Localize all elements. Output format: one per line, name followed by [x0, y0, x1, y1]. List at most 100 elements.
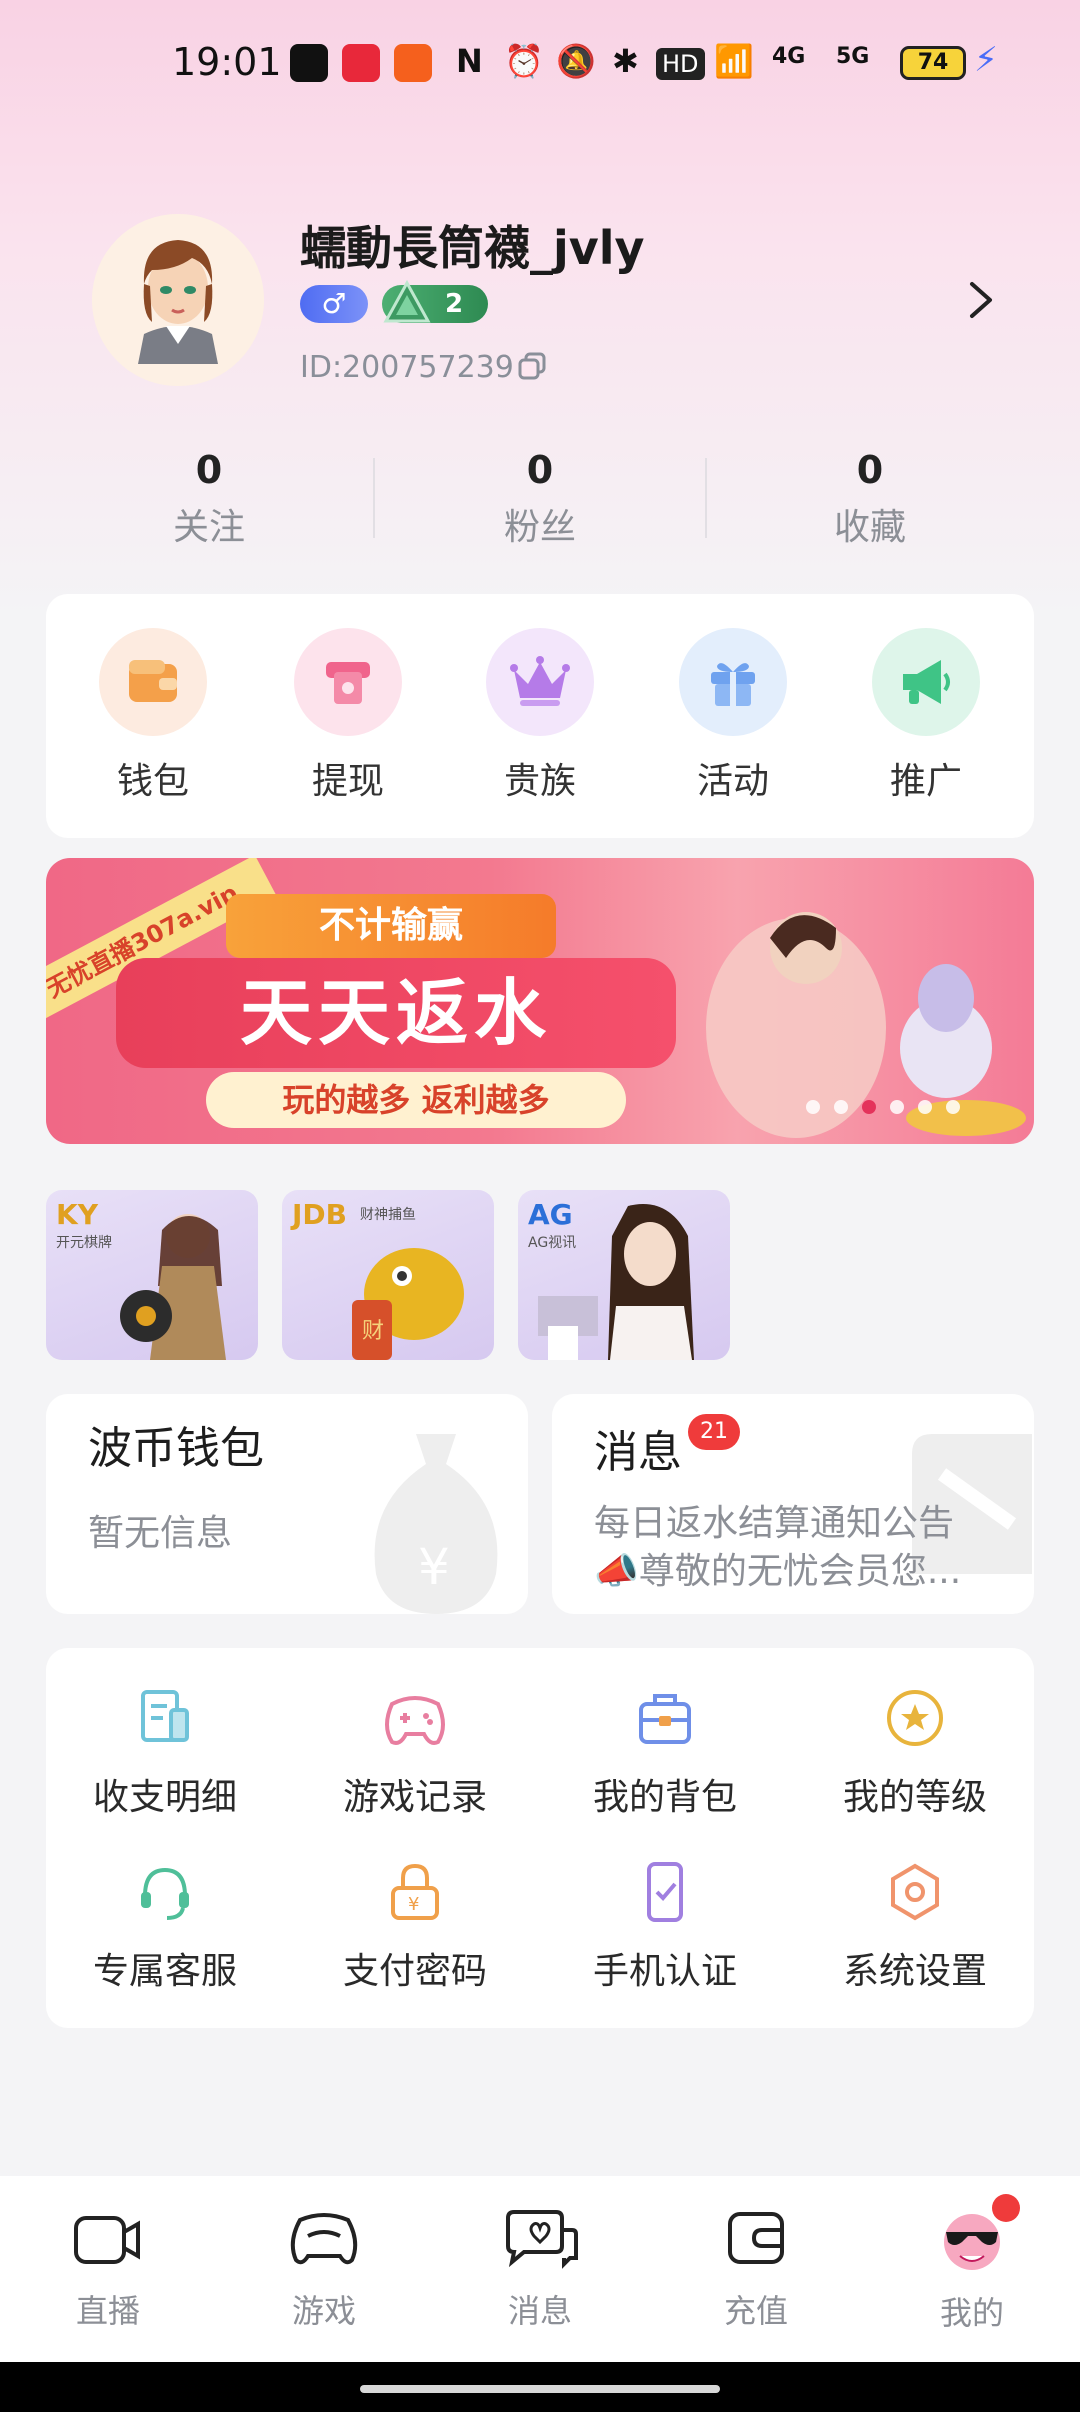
stat-fans[interactable]: 0 粉丝 — [430, 448, 650, 550]
service-customer-support[interactable]: 专属客服 — [40, 1860, 290, 1994]
wifi-icon: 📶 — [714, 42, 754, 80]
banner-dot — [918, 1100, 932, 1114]
stat-fans-value: 0 — [526, 448, 554, 492]
stat-fans-label: 粉丝 — [503, 507, 576, 548]
banner-subline: 玩的越多 返利越多 — [206, 1072, 626, 1128]
controller-icon — [290, 2213, 358, 2265]
star-badge-icon — [887, 1690, 943, 1746]
quick-action-wallet[interactable]: 钱包 — [73, 628, 233, 804]
alarm-icon: ⏰ — [504, 42, 544, 80]
nav-label: 直播 — [75, 2292, 140, 2330]
profile-chevron-right-icon[interactable] — [966, 278, 996, 322]
stat-following[interactable]: 0 关注 — [99, 448, 319, 550]
tiktok-icon — [290, 44, 328, 82]
quick-action-withdraw[interactable]: 提现 — [268, 628, 428, 804]
settings-hex-icon — [891, 1863, 939, 1921]
service-game-records[interactable]: 游戏记录 — [290, 1686, 540, 1820]
game-brand: KY — [56, 1198, 98, 1231]
game-tile-art — [120, 1214, 226, 1360]
game-tile-ky[interactable]: KY 开元棋牌 — [46, 1190, 258, 1360]
money-bag-icon: ¥ — [374, 1434, 498, 1614]
service-payment-password[interactable]: ¥ 支付密码 — [290, 1860, 540, 1994]
network-5g-label: 5G — [836, 44, 870, 69]
banner-dot — [806, 1100, 820, 1114]
nav-games[interactable]: 游戏 — [216, 2206, 432, 2332]
nav-label: 消息 — [507, 2292, 572, 2330]
stat-following-label: 关注 — [172, 507, 245, 548]
crown-icon — [486, 628, 594, 736]
game-tile-jdb[interactable]: JDB 财神捕鱼 财 — [282, 1190, 494, 1360]
hd-voice-icon: HD — [656, 48, 705, 80]
nav-live[interactable]: 直播 — [0, 2206, 216, 2332]
wallet-icon — [99, 628, 207, 736]
messages-preview-line2: 📣尊敬的无忧会员您... — [594, 1551, 962, 1592]
battery-indicator: 74 — [900, 46, 966, 80]
nav-label: 我的 — [939, 2294, 1004, 2332]
nav-profile[interactable]: 我的 — [864, 2206, 1080, 2334]
svg-text:¥: ¥ — [418, 1538, 450, 1596]
xiaohongshu-icon — [342, 44, 380, 82]
quick-action-label: 推广 — [889, 761, 962, 802]
quick-action-label: 贵族 — [503, 761, 576, 802]
stat-following-value: 0 — [195, 448, 223, 492]
charging-icon: ⚡ — [974, 40, 998, 80]
copy-id-icon[interactable] — [516, 350, 548, 382]
gesture-handle[interactable] — [360, 2385, 720, 2393]
megaphone-icon — [872, 628, 980, 736]
promo-banner[interactable]: 无忧直播307a.vip 不计输赢 天天返水 玩的越多 返利越多 — [46, 858, 1034, 1144]
stat-divider — [705, 458, 707, 538]
stat-favorites-value: 0 — [856, 448, 884, 492]
stat-favorites[interactable]: 0 收藏 — [760, 448, 980, 550]
service-system-settings[interactable]: 系统设置 — [790, 1860, 1040, 1994]
service-label: 专属客服 — [92, 1951, 237, 1992]
quick-action-promote[interactable]: 推广 — [846, 628, 1006, 804]
svg-text:¥: ¥ — [408, 1894, 419, 1915]
nav-label: 游戏 — [291, 2292, 356, 2330]
avatar-illustration — [92, 214, 264, 386]
service-backpack[interactable]: 我的背包 — [540, 1686, 790, 1820]
camera-icon — [74, 2216, 140, 2264]
banner-headline: 天天返水 — [116, 958, 676, 1068]
service-phone-verification[interactable]: 手机认证 — [540, 1860, 790, 1994]
status-time: 19:01 — [172, 40, 282, 84]
backpack-icon — [639, 1694, 691, 1744]
profile-notification-dot — [992, 2194, 1020, 2222]
network-4g-label: 4G — [772, 44, 806, 69]
kuaishou-icon — [394, 44, 432, 82]
withdraw-icon — [294, 628, 402, 736]
gender-badge: ♂ — [300, 285, 368, 323]
game-tile-ag[interactable]: AG AG视讯 — [518, 1190, 730, 1360]
quick-action-nobility[interactable]: 贵族 — [460, 628, 620, 804]
service-label: 支付密码 — [342, 1951, 487, 1992]
quick-action-label: 钱包 — [116, 761, 189, 802]
service-label: 手机认证 — [592, 1951, 737, 1992]
wallet-text: 暂无信息 — [88, 1513, 233, 1554]
stat-divider — [373, 458, 375, 538]
phone-check-icon — [647, 1862, 683, 1922]
lock-icon: ¥ — [391, 1863, 439, 1920]
banner-pagination — [806, 1100, 960, 1114]
level-emblem-icon — [383, 279, 431, 323]
ledger-icon — [141, 1690, 189, 1742]
game-tile-art: 财 — [352, 1248, 464, 1360]
game-tile-art — [538, 1204, 694, 1360]
user-avatar[interactable] — [92, 214, 264, 386]
service-label: 游戏记录 — [342, 1777, 487, 1818]
messages-title: 消息 — [594, 1427, 682, 1478]
chat-heart-icon — [506, 2210, 578, 2269]
bluetooth-icon: ✱ — [612, 42, 639, 80]
user-nickname[interactable]: 蠕動長筒襪_jvly — [300, 212, 645, 278]
nav-recharge[interactable]: 充值 — [648, 2206, 864, 2332]
nav-messages[interactable]: 消息 — [432, 2206, 648, 2332]
service-my-level[interactable]: 我的等级 — [790, 1686, 1040, 1820]
quick-action-events[interactable]: 活动 — [653, 628, 813, 804]
user-id: ID:200757239 — [300, 350, 514, 385]
service-ledger[interactable]: 收支明细 — [40, 1686, 290, 1820]
gamepad-icon — [385, 1696, 445, 1745]
wallet-nav-icon — [728, 2212, 784, 2264]
service-label: 我的背包 — [592, 1777, 737, 1818]
service-label: 我的等级 — [842, 1777, 987, 1818]
level-number: 2 — [445, 289, 464, 319]
svg-text:财: 财 — [362, 1319, 384, 1344]
headset-icon — [141, 1867, 189, 1920]
